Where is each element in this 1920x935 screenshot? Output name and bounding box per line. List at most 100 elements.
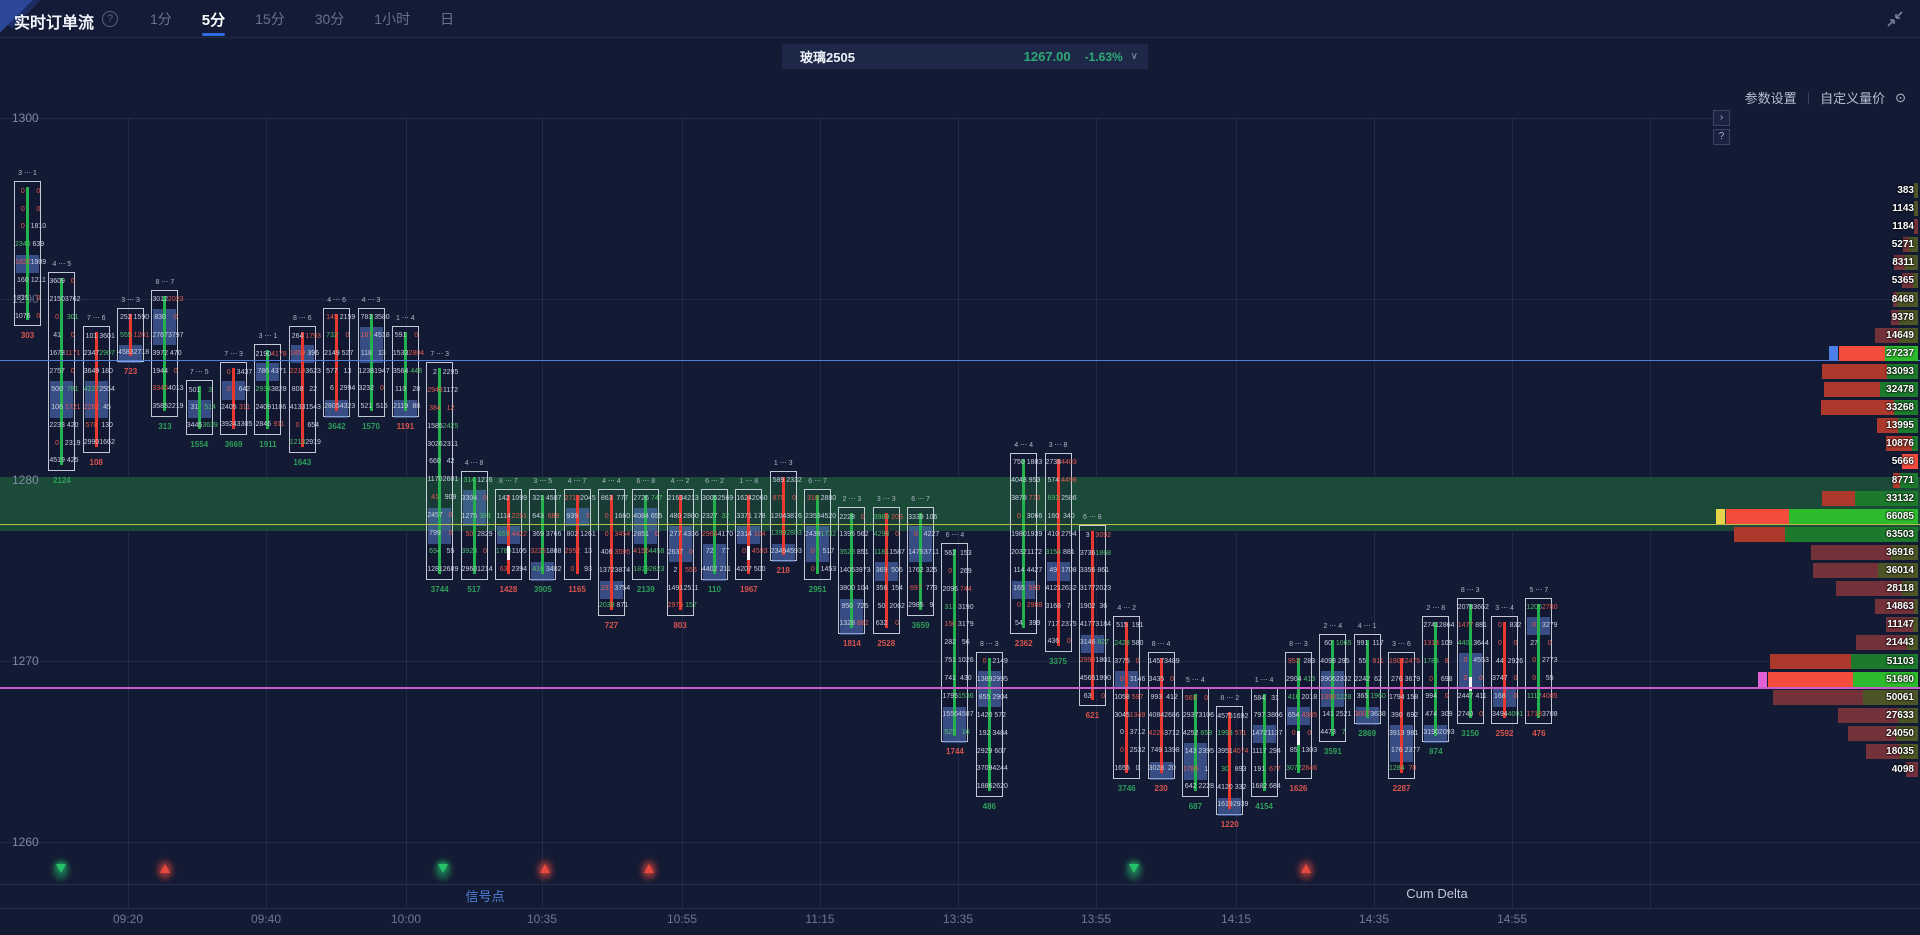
footprint-candle[interactable]: 3309237361868335686131772023190236417731… [1079, 525, 1106, 706]
candle-delta-label: 108 [90, 458, 103, 467]
custom-volume-price-button[interactable]: 自定义量价 [1820, 88, 1885, 107]
candle-header-marker: 2 ⋯ 3 [843, 495, 862, 503]
volume-profile-row: 14649 [1875, 328, 1918, 343]
volume-profile-row: 51680 [1768, 672, 1918, 687]
footprint-candle[interactable]: 1624206033711782314104045934207500 [735, 489, 762, 580]
footprint-candle[interactable]: 3609021503762030141016781171275705007811… [48, 272, 75, 471]
gear-icon[interactable]: ⊙ [1895, 90, 1906, 106]
footprint-candle[interactable]: 0000018102340639182219091601211815010760 [14, 181, 41, 326]
panel-expand-button[interactable]: › [1713, 110, 1730, 126]
footprint-candle[interactable]: 591015332804356444811028211988 [392, 326, 419, 417]
footprint-candle[interactable]: 1206278003279270027730551112408517183708 [1525, 598, 1552, 725]
footprint-candle[interactable]: 27267474084655285104156445818192823 [632, 489, 659, 580]
signal-sell-triangle-icon[interactable] [438, 864, 448, 873]
candle-delta-label: 3659 [912, 621, 930, 630]
buy-volume-segment [1913, 273, 1918, 288]
footprint-candle[interactable]: 2228013955623528851140539733800104950725… [838, 507, 865, 634]
instrument-bar[interactable]: 玻璃2505 1267.00 -1.63% ∨ [782, 44, 1148, 69]
footprint-candle[interactable]: 145215973202149527577136299428054323 [323, 308, 350, 417]
footprint-candle[interactable]: 8637770166003454406359513723874237375420… [598, 489, 625, 616]
candle-header-marker: 8 ⋯ 3 [1289, 640, 1308, 648]
footprint-candle[interactable]: 7501883404895338787700306619801939203211… [1010, 453, 1037, 634]
price-axis-label: 1260 [12, 835, 39, 849]
candle-delta-label: 218 [777, 566, 790, 575]
footprint-candle[interactable]: 2163421348028002774336263702555149125112… [667, 489, 694, 616]
bid-ask-cells: 2078366214778814401364404553002447411274… [1458, 599, 1483, 724]
footprint-candle[interactable]: 4575169219935713951407430893412033216192… [1216, 706, 1243, 815]
footprint-candle[interactable]: 99111755911224262365196030073638 [1354, 634, 1381, 725]
volume-profile-row: 33268 [1821, 400, 1918, 415]
signal-buy-triangle-icon[interactable] [160, 864, 170, 873]
volume-profile-row: 36014 [1813, 563, 1918, 578]
footprint-candle[interactable]: 32145076436893693766322518884163402 [529, 489, 556, 580]
tab-30分[interactable]: 30分 [313, 0, 347, 38]
help-icon[interactable]: ? [102, 11, 118, 27]
tab-5分[interactable]: 5分 [200, 0, 227, 39]
tab-日[interactable]: 日 [438, 0, 456, 38]
bid-ask-cells: 2641793185939622193623808224133154306541… [290, 327, 315, 452]
footprint-candle[interactable]: 50133151434453639 [186, 380, 213, 434]
signal-sell-triangle-icon[interactable] [56, 864, 66, 873]
time-axis-label: 10:00 [391, 912, 421, 926]
footprint-candle[interactable]: 08320044292637470168034944001 [1491, 616, 1518, 725]
signal-buy-triangle-icon[interactable] [1301, 864, 1311, 873]
candle-delta-label: 1191 [397, 422, 414, 431]
footprint-candle[interactable]: 034370642240531139243305 [220, 362, 247, 434]
footprint-candle[interactable]: 56902937310642526591432395178516422228 [1182, 688, 1209, 797]
footprint-candle[interactable]: 3012202383002767379739724701944033454013… [151, 290, 178, 417]
footprint-candle[interactable]: 2229529461172384121585242530262311660421… [426, 362, 453, 579]
footprint-candle[interactable]: 2738440357444986932586160340410279431548… [1045, 453, 1072, 652]
volume-profile-row: 27633 [1838, 708, 1918, 723]
chevron-down-icon[interactable]: ∨ [1131, 51, 1138, 62]
footprint-candle[interactable]: 9532832904413416201865443850085130330722… [1285, 652, 1312, 779]
footprint-candle[interactable]: 1457348934350993412408426864226371274913… [1148, 652, 1175, 779]
signal-buy-triangle-icon[interactable] [540, 864, 550, 873]
tab-15分[interactable]: 15分 [253, 0, 287, 38]
tab-1分[interactable]: 1分 [148, 0, 174, 38]
footprint-candle[interactable]: 300525692327322966417072774402211 [701, 489, 728, 580]
candle-header-marker: 3 ⋯ 4 [1495, 604, 1514, 612]
bid-ask-cells: 2718204593928021261295213093 [565, 490, 590, 579]
volume-profile-value: 24050 [1886, 726, 1914, 741]
footprint-candle[interactable]: 5843179738661472113711172941916771682684 [1251, 688, 1278, 797]
footprint-candle[interactable]: 5621530269209674431331901503179282567511… [941, 543, 968, 742]
footprint-candle[interactable]: 2718204593928021261295213093 [564, 489, 591, 580]
signal-sell-triangle-icon[interactable] [1129, 864, 1139, 873]
volume-profile-row: 14863 [1875, 599, 1918, 614]
footprint-candle[interactable]: 2078366214778814401364404553002447411274… [1457, 598, 1484, 725]
lower-magenta-line [0, 687, 1920, 689]
footprint-candle[interactable]: 21904178786437129343828240911062846911 [254, 344, 281, 435]
footprint-candle[interactable]: 1903247527636791794158390692391398117623… [1388, 652, 1415, 779]
order-flow-chart[interactable]: 1300129012801270126009:2009:4010:0010:35… [0, 0, 1920, 935]
footprint-candle[interactable]: 31828802353452024391732051701453 [804, 489, 831, 580]
footprint-candle[interactable]: 3989203429801181158736950635615450206263… [873, 507, 900, 634]
candle-header-marker: 8 ⋯ 7 [499, 477, 518, 485]
price-axis-label: 1300 [12, 111, 39, 125]
tab-1小时[interactable]: 1小时 [372, 0, 412, 38]
footprint-candle[interactable]: 5151912428580377500314610585973045134903… [1113, 616, 1140, 779]
footprint-candle[interactable]: 78335801674518118131238194732320521516 [358, 308, 385, 417]
order-flow-app: 实时订单流 ? 1分5分15分30分1小时日 玻璃2505 1267.00 -1… [0, 0, 1920, 935]
signal-buy-triangle-icon[interactable] [644, 864, 654, 873]
collapse-icon[interactable] [1886, 10, 1904, 28]
candle-header-marker: 3 ⋯ 3 [877, 495, 896, 503]
footprint-candle[interactable]: 2741286413131091786806989940474309319020… [1422, 616, 1449, 743]
footprint-candle[interactable]: 1013601234729073649180422725542262455781… [83, 326, 110, 453]
footprint-candle[interactable]: 58923328750120438761399280323494593 [770, 471, 797, 562]
sell-volume-segment [1726, 509, 1789, 524]
volume-profile-row: 33132 [1822, 491, 1918, 506]
candle-header-marker: 3 ⋯ 8 [1049, 441, 1068, 449]
footprint-candle[interactable]: 31412763304012753835028293928029601214 [461, 471, 488, 580]
candle-header-marker: 4 ⋯ 4 [1014, 441, 1033, 449]
time-axis-label: 14:15 [1221, 912, 1251, 926]
footprint-candle[interactable]: 2521590555120145832718 [117, 308, 144, 362]
footprint-candle[interactable]: 142109911142251659442217831105632394 [495, 489, 522, 580]
candle-delta-label: 2869 [1358, 729, 1376, 738]
bid-ask-cells: 5151912428580377500314610585973045134903… [1114, 617, 1139, 778]
panel-help-button[interactable]: ? [1713, 129, 1730, 145]
param-settings-button[interactable]: 参数设置 [1745, 88, 1797, 107]
candle-header-marker: 3 ⋯ 3 [121, 296, 140, 304]
candle-header-marker: 7 ⋯ 3 [224, 350, 243, 358]
footprint-candle[interactable]: 2641793185939622193623808224133154306541… [289, 326, 316, 453]
footprint-candle[interactable]: 0214913892995855290414205721923484292960… [976, 652, 1003, 797]
